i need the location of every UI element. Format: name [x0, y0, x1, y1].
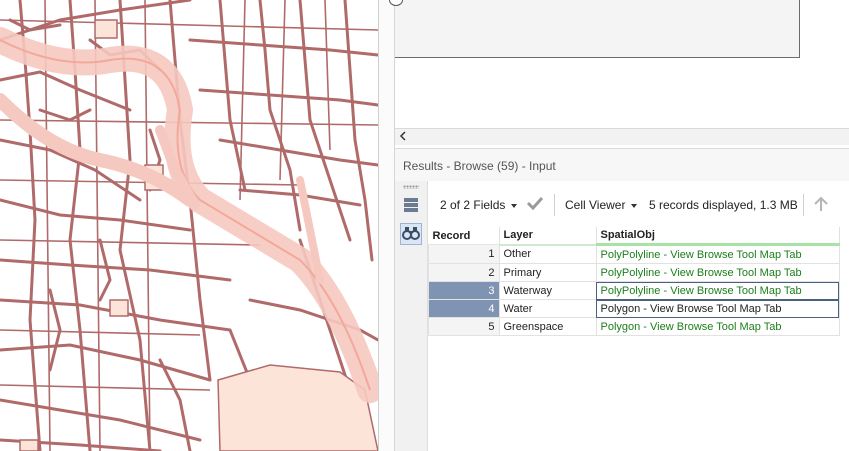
chevron-down-icon: [631, 203, 638, 208]
record-number[interactable]: 3: [428, 281, 500, 300]
record-number[interactable]: 4: [428, 299, 500, 318]
results-title: Results - Browse (59) - Input: [403, 159, 556, 173]
layer-cell[interactable]: Greenspace: [498, 317, 597, 336]
cell-viewer-label: Cell Viewer: [565, 198, 626, 212]
layer-cell[interactable]: Other: [498, 244, 597, 264]
table-row[interactable]: 1 Other PolyPolyline - View Browse Tool …: [428, 244, 840, 264]
results-toolbar: 2 of 2 Fields Cell Viewer 5 records disp…: [428, 181, 849, 227]
chevron-down-icon: [511, 203, 518, 208]
spatialobj-cell[interactable]: PolyPolyline - View Browse Tool Map Tab: [595, 281, 840, 300]
table-row[interactable]: 2 Primary PolyPolyline - View Browse Too…: [428, 263, 840, 282]
column-header-layer[interactable]: Layer: [499, 227, 597, 246]
layer-cell[interactable]: Waterway: [498, 281, 597, 300]
layer-cell[interactable]: Primary: [498, 263, 597, 282]
list-icon: [403, 197, 419, 216]
checkmark-icon[interactable]: [526, 196, 544, 213]
records-status: 5 records displayed, 1.3 MB: [649, 198, 798, 212]
pane-splitter[interactable]: [378, 0, 395, 451]
toolbar-divider: [803, 194, 804, 216]
record-number[interactable]: 2: [428, 263, 500, 282]
table-row[interactable]: 5 Greenspace Polygon - View Browse Tool …: [428, 317, 840, 336]
record-number[interactable]: 1: [428, 244, 500, 264]
browse-view-button[interactable]: [400, 223, 422, 245]
street-map: [0, 0, 378, 451]
record-number[interactable]: 5: [428, 317, 500, 336]
fields-selector-label: 2 of 2 Fields: [440, 198, 506, 212]
column-header-record[interactable]: Record: [428, 227, 500, 245]
toolbar-divider: [554, 194, 555, 216]
arrow-up-icon[interactable]: [813, 195, 829, 216]
grip-handle[interactable]: [403, 185, 419, 189]
binoculars-icon: [402, 226, 420, 243]
right-pane: Results - Browse (59) - Input 2 of 2 Fie…: [389, 0, 849, 451]
results-table: Record Layer SpatialObj 1 Other PolyPoly…: [428, 227, 840, 336]
column-header-spatialobj[interactable]: SpatialObj: [596, 227, 840, 246]
table-row[interactable]: 3 Waterway PolyPolyline - View Browse To…: [428, 281, 840, 300]
spatialobj-cell[interactable]: PolyPolyline - View Browse Tool Map Tab: [595, 244, 840, 264]
map-view[interactable]: [0, 0, 378, 451]
chevron-left-icon[interactable]: [399, 130, 407, 144]
workflow-canvas[interactable]: [389, 0, 800, 58]
fields-selector[interactable]: 2 of 2 Fields: [440, 198, 518, 212]
cell-viewer-dropdown[interactable]: Cell Viewer: [565, 198, 638, 212]
spatialobj-cell[interactable]: PolyPolyline - View Browse Tool Map Tab: [595, 263, 840, 282]
results-sidebar: [395, 181, 428, 451]
list-view-button[interactable]: [400, 195, 422, 217]
spatialobj-cell[interactable]: Polygon - View Browse Tool Map Tab: [595, 299, 840, 318]
layer-cell[interactable]: Water: [498, 299, 597, 318]
horizontal-scrollbar[interactable]: [395, 128, 849, 145]
table-row[interactable]: 4 Water Polygon - View Browse Tool Map T…: [428, 299, 840, 318]
results-panel-header: Results - Browse (59) - Input: [395, 148, 849, 183]
spatialobj-cell[interactable]: Polygon - View Browse Tool Map Tab: [595, 317, 840, 336]
table-header-row: Record Layer SpatialObj: [428, 227, 840, 246]
